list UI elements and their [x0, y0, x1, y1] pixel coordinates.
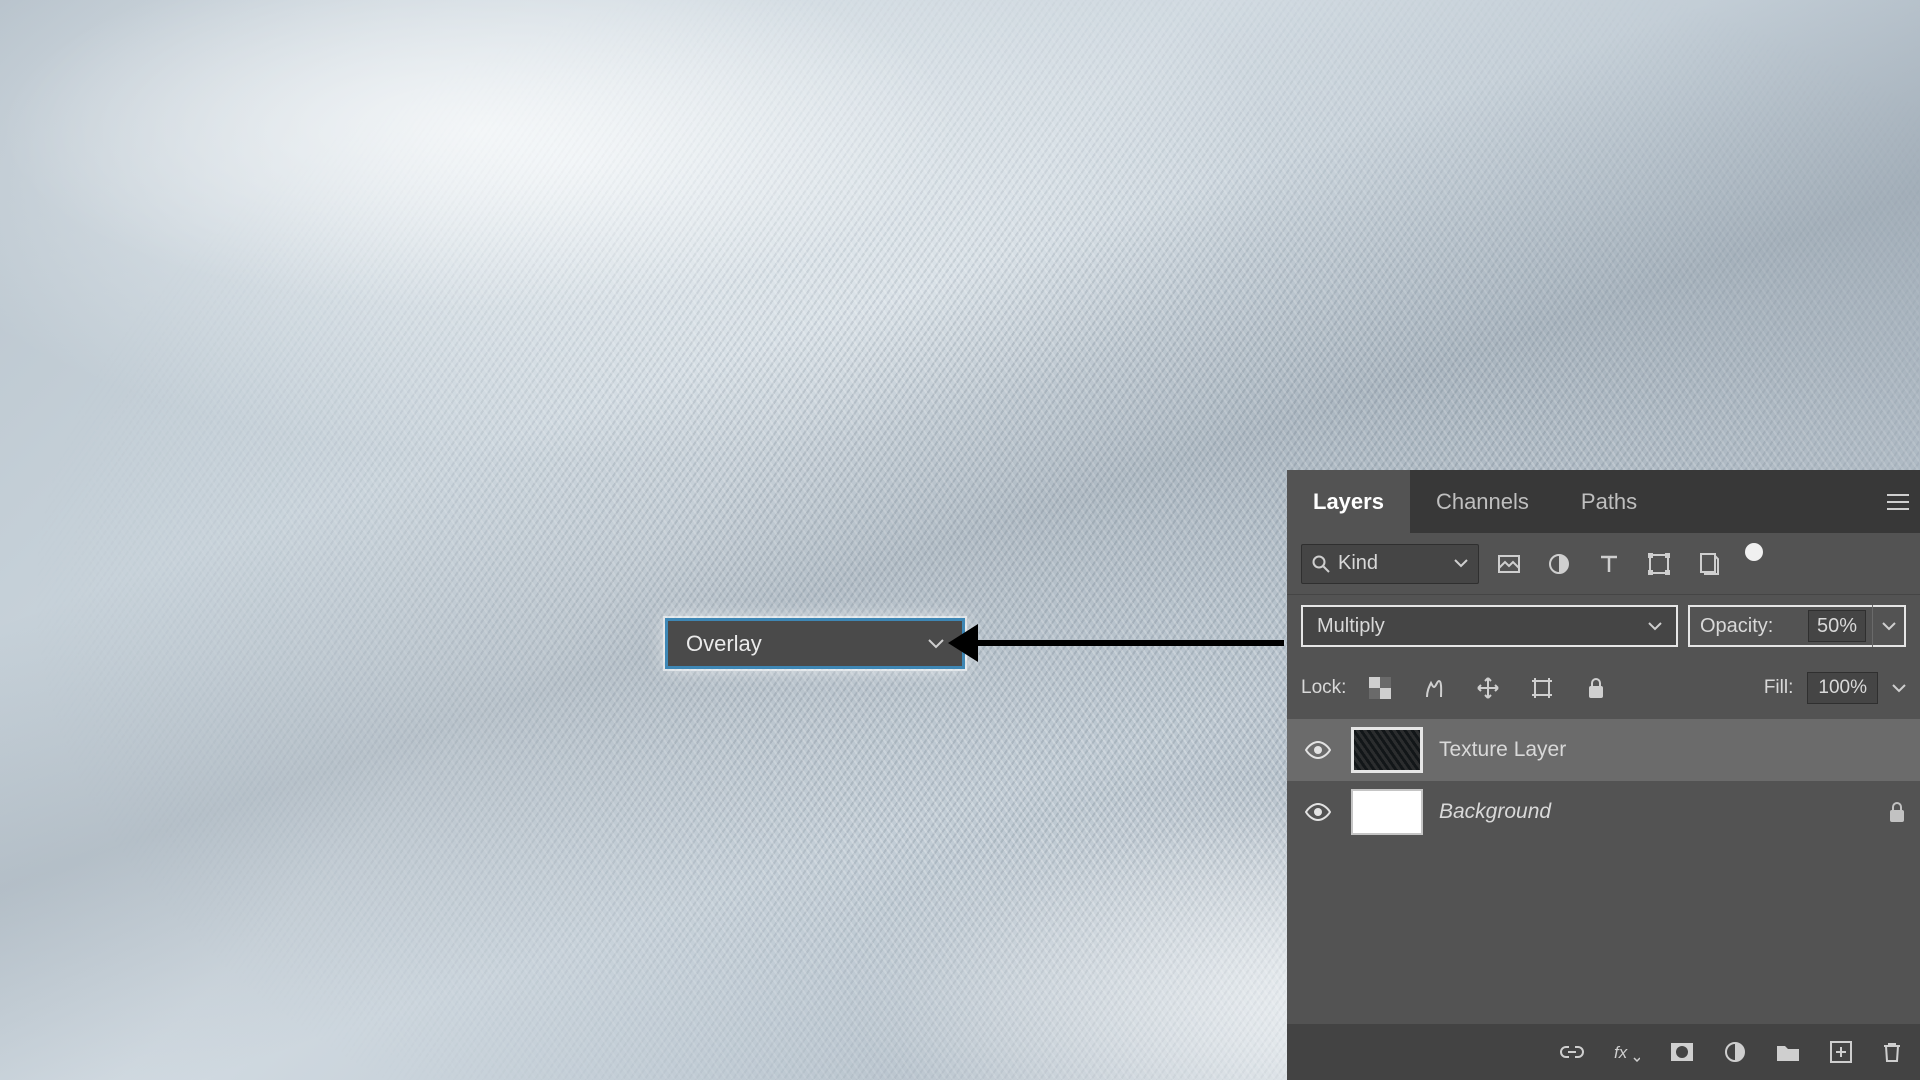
blend-row: Multiply Opacity: 50% — [1287, 595, 1920, 657]
filter-row: Kind — [1287, 533, 1920, 595]
search-icon — [1312, 555, 1330, 573]
blend-mode-value: Multiply — [1317, 615, 1385, 638]
panel-menu-icon[interactable] — [1876, 470, 1920, 533]
tab-label: Paths — [1581, 489, 1637, 515]
chevron-down-icon — [928, 639, 944, 649]
fx-icon[interactable]: fx — [1614, 1042, 1640, 1062]
chevron-down-icon — [1648, 622, 1662, 631]
overlay-blend-mode-dropdown[interactable]: Overlay — [665, 618, 965, 669]
lock-artboard-icon[interactable] — [1522, 668, 1562, 708]
group-icon[interactable] — [1776, 1042, 1800, 1062]
overlay-blend-mode-value: Overlay — [686, 631, 762, 657]
adjustment-layer-icon[interactable] — [1724, 1041, 1746, 1063]
layer-row-texture[interactable]: Texture Layer — [1287, 719, 1920, 781]
tab-label: Layers — [1313, 489, 1384, 515]
tab-paths[interactable]: Paths — [1555, 470, 1663, 533]
blend-mode-dropdown[interactable]: Multiply — [1301, 605, 1678, 647]
layers-list: Texture Layer Background — [1287, 719, 1920, 1024]
svg-text:fx: fx — [1614, 1043, 1628, 1062]
filter-kind-dropdown[interactable]: Kind — [1301, 544, 1479, 584]
layers-panel: Layers Channels Paths Kind Multiply Opac… — [1287, 470, 1920, 1080]
lock-transparency-icon[interactable] — [1360, 668, 1400, 708]
new-layer-icon[interactable] — [1830, 1041, 1852, 1063]
opacity-label: Opacity: — [1700, 615, 1773, 638]
lock-label: Lock: — [1301, 677, 1346, 699]
mask-icon[interactable] — [1670, 1042, 1694, 1062]
layer-thumbnail[interactable] — [1351, 727, 1423, 773]
panel-tabs: Layers Channels Paths — [1287, 470, 1920, 533]
tab-label: Channels — [1436, 489, 1529, 515]
visibility-toggle[interactable] — [1301, 741, 1335, 759]
chevron-down-icon[interactable] — [1872, 605, 1904, 647]
visibility-toggle[interactable] — [1301, 803, 1335, 821]
opacity-value[interactable]: 50% — [1808, 610, 1866, 642]
fill-value[interactable]: 100% — [1807, 672, 1878, 704]
chevron-down-icon[interactable] — [1892, 684, 1906, 693]
fill-label: Fill: — [1764, 677, 1794, 699]
lock-row: Lock: Fill: 100% — [1287, 657, 1920, 719]
filter-toggle-dot[interactable] — [1745, 543, 1763, 561]
panel-footer: fx — [1287, 1024, 1920, 1080]
filter-pixel-icon[interactable] — [1489, 544, 1529, 584]
layer-row-background[interactable]: Background — [1287, 781, 1920, 843]
chevron-down-icon — [1454, 559, 1468, 568]
opacity-control[interactable]: Opacity: 50% — [1688, 605, 1906, 647]
layer-name: Background — [1439, 800, 1551, 824]
lock-image-icon[interactable] — [1414, 668, 1454, 708]
filter-type-icon[interactable] — [1589, 544, 1629, 584]
filter-shape-icon[interactable] — [1639, 544, 1679, 584]
lock-icon[interactable] — [1888, 801, 1906, 823]
tab-channels[interactable]: Channels — [1410, 470, 1555, 533]
layer-name: Texture Layer — [1439, 738, 1566, 762]
arrow-annotation — [974, 640, 1284, 646]
lock-position-icon[interactable] — [1468, 668, 1508, 708]
filter-smartobject-icon[interactable] — [1689, 544, 1729, 584]
filter-adjustment-icon[interactable] — [1539, 544, 1579, 584]
filter-kind-label: Kind — [1338, 552, 1378, 575]
layer-thumbnail[interactable] — [1351, 789, 1423, 835]
tab-layers[interactable]: Layers — [1287, 470, 1410, 533]
delete-icon[interactable] — [1882, 1041, 1902, 1063]
lock-all-icon[interactable] — [1576, 668, 1616, 708]
link-layers-icon[interactable] — [1560, 1045, 1584, 1059]
